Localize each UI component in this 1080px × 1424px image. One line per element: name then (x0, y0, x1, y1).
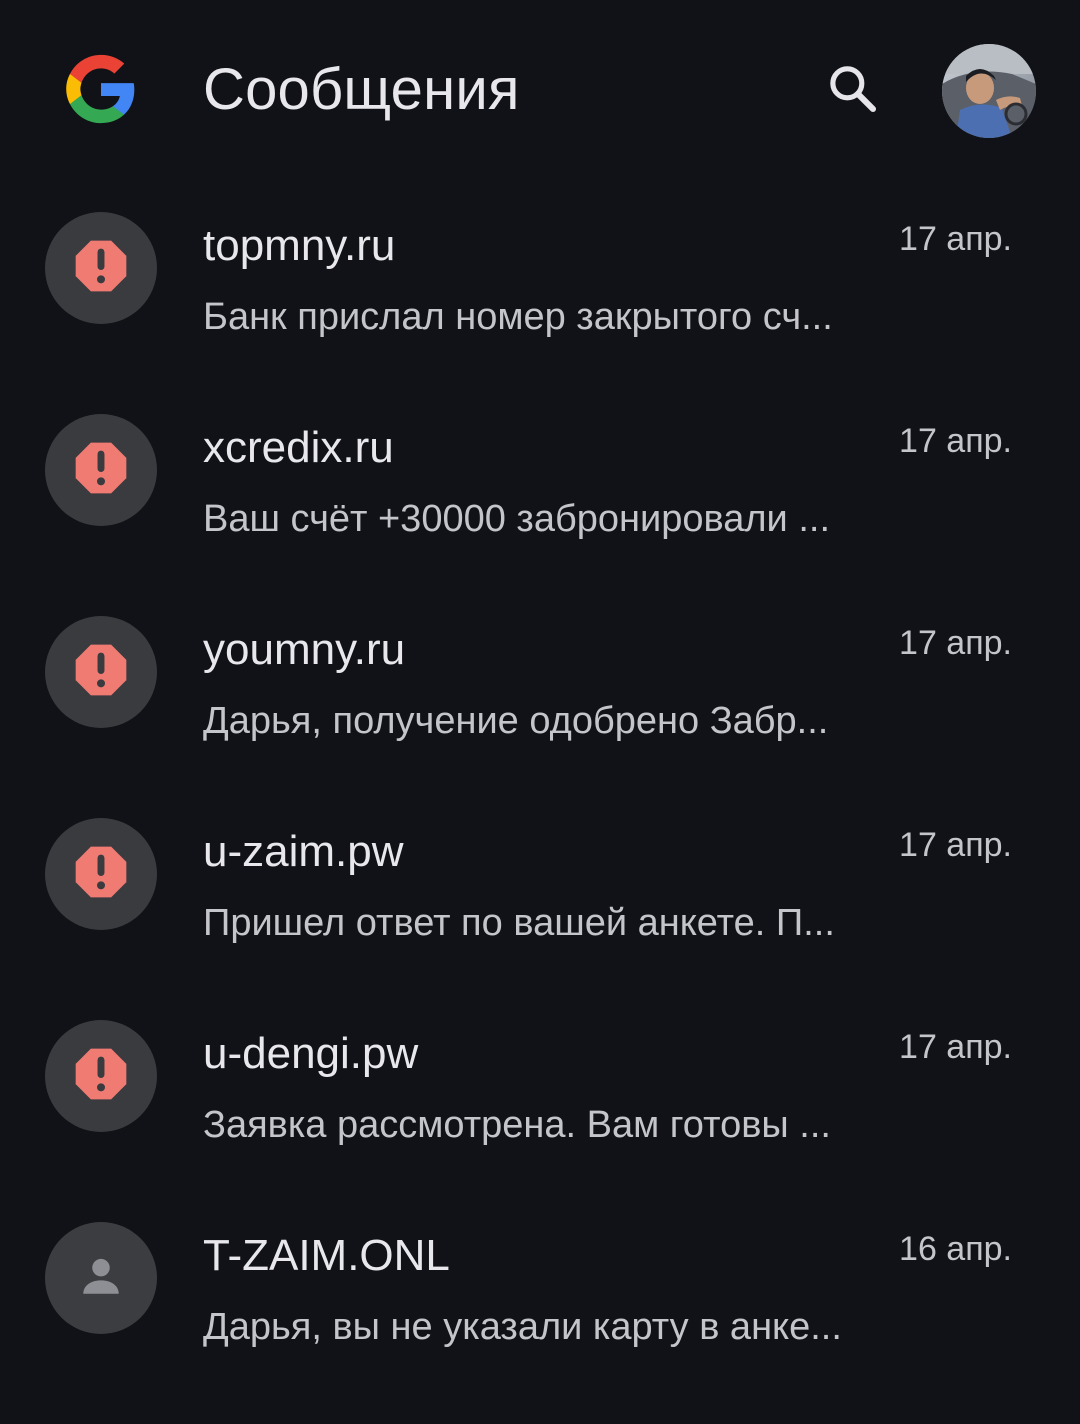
conversation-date: 17 апр. (899, 624, 1012, 662)
conversation-sender: youmny.ru (203, 625, 406, 674)
conversation-avatar (45, 212, 157, 324)
conversation-preview: Ваш счёт +30000 забронировали ... (203, 498, 830, 540)
conversation-avatar (45, 1222, 157, 1334)
conversation-sender: T-ZAIM.ONL (203, 1231, 450, 1280)
conversation-sender: xcredix.ru (203, 423, 394, 472)
conversation-item[interactable]: T-ZAIM.ONL 16 апр. Дарья, вы не указали … (0, 1222, 1080, 1424)
conversation-avatar (45, 818, 157, 930)
conversation-preview: Заявка рассмотрена. Вам готовы ... (203, 1104, 831, 1146)
conversation-date: 16 апр. (899, 1230, 1012, 1268)
conversation-avatar (45, 616, 157, 728)
conversation-date: 17 апр. (899, 220, 1012, 258)
spam-warning-icon (69, 638, 133, 707)
conversation-date: 17 апр. (899, 422, 1012, 460)
conversation-item[interactable]: xcredix.ru 17 апр. Ваш счёт +30000 забро… (0, 414, 1080, 616)
conversation-preview: Дарья, вы не указали карту в анке... (203, 1306, 842, 1348)
conversation-item[interactable]: topmny.ru 17 апр. Банк прислал номер зак… (0, 212, 1080, 414)
conversation-sender: topmny.ru (203, 221, 396, 270)
conversation-sender: u-dengi.pw (203, 1029, 419, 1078)
conversation-preview: Дарья, получение одобрено Забр... (203, 700, 829, 742)
conversation-item[interactable]: youmny.ru 17 апр. Дарья, получение одобр… (0, 616, 1080, 818)
spam-warning-icon (69, 436, 133, 505)
page-title: Сообщения (203, 57, 520, 122)
spam-warning-icon (69, 234, 133, 303)
google-g-icon (62, 50, 140, 128)
conversation-date: 17 апр. (899, 826, 1012, 864)
spam-warning-icon (69, 1042, 133, 1111)
conversation-avatar (45, 1020, 157, 1132)
conversation-preview: Пришел ответ по вашей анкете. П... (203, 902, 835, 944)
conversation-sender: u-zaim.pw (203, 827, 404, 876)
search-button[interactable] (812, 50, 892, 130)
conversation-item[interactable]: u-zaim.pw 17 апр. Пришел ответ по вашей … (0, 818, 1080, 1020)
person-icon (76, 1251, 126, 1306)
search-icon (824, 60, 880, 121)
account-avatar[interactable] (942, 44, 1036, 138)
spam-warning-icon (69, 840, 133, 909)
top-app-bar: Сообщения (0, 0, 1080, 180)
conversation-avatar (45, 414, 157, 526)
conversation-item[interactable]: u-dengi.pw 17 апр. Заявка рассмотрена. В… (0, 1020, 1080, 1222)
conversation-preview: Банк прислал номер закрытого сч... (203, 296, 833, 338)
conversation-date: 17 апр. (899, 1028, 1012, 1066)
